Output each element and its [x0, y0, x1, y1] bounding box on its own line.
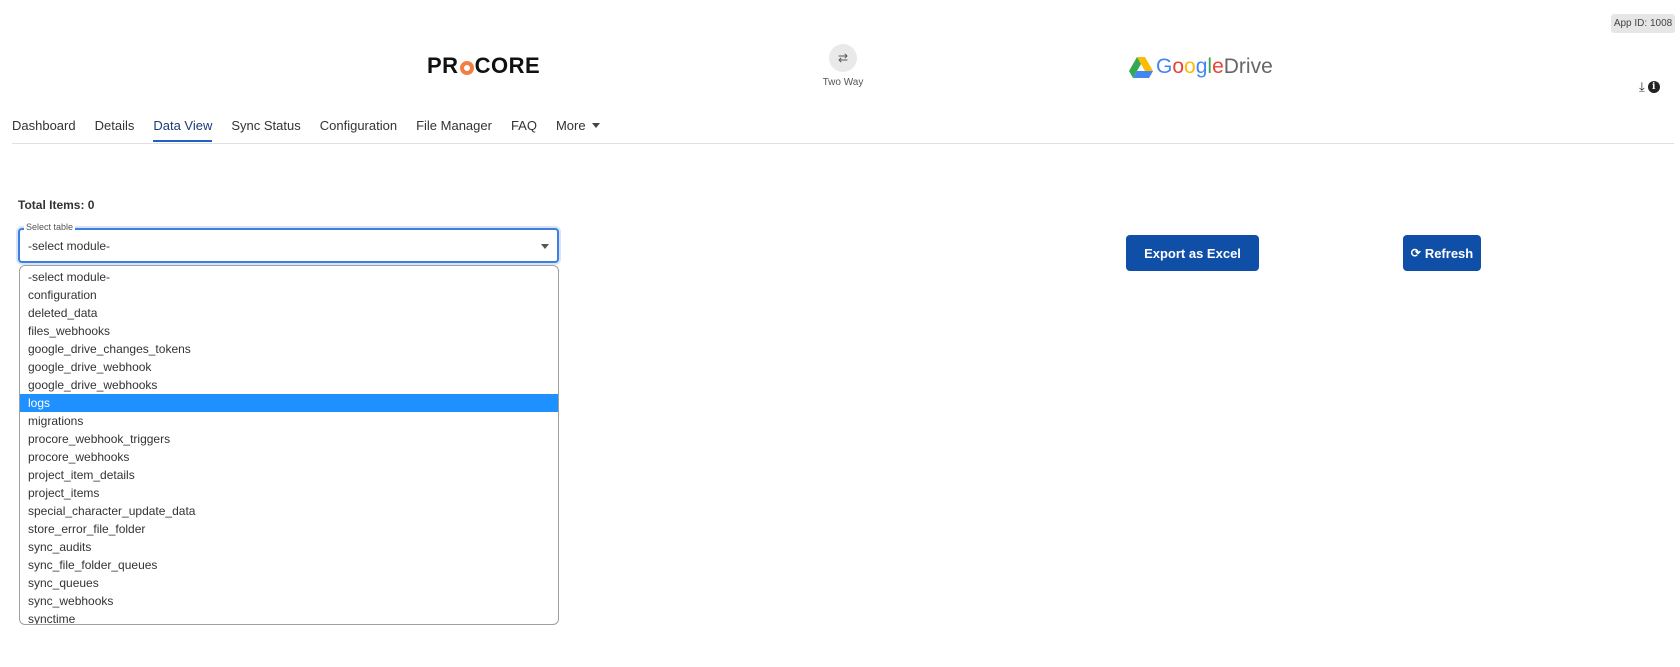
refresh-label: Refresh — [1424, 245, 1474, 261]
dropdown-option[interactable]: deleted_data — [20, 304, 558, 322]
dropdown-option[interactable]: google_drive_webhook — [20, 358, 558, 376]
collapse-down-icon[interactable]: ⤓ — [1639, 80, 1645, 93]
tab-details[interactable]: Details — [95, 112, 135, 142]
dropdown-option[interactable]: sync_webhooks — [20, 592, 558, 610]
dropdown-option-list: -select module-configuration deleted_data… — [20, 266, 558, 624]
dropdown-option[interactable]: logs — [20, 394, 558, 412]
table-select-label: Select table — [24, 222, 76, 232]
chevron-down-icon — [591, 123, 600, 128]
tab-configuration[interactable]: Configuration — [320, 112, 397, 142]
tab-more-label: More — [555, 118, 586, 133]
main-tabs: Dashboard Details Data View Sync Status … — [12, 112, 1674, 144]
tab-more[interactable]: More — [556, 112, 600, 142]
google-drive-wordmark: GoogleDrive — [1156, 55, 1273, 78]
sync-direction-label: Two Way — [822, 77, 864, 88]
procore-logo: PR CORE — [427, 53, 541, 78]
dropdown-option[interactable]: google_drive_webhooks — [20, 376, 558, 394]
app-id-badge: App ID: 1008 — [1611, 14, 1675, 33]
info-icon[interactable]: i — [1647, 80, 1660, 93]
table-select-value: -select module- — [28, 239, 111, 253]
google-drive-logo: GoogleDrive — [1129, 55, 1273, 79]
dropdown-option[interactable]: project_item_details — [20, 466, 558, 484]
dropdown-option[interactable]: store_error_file_folder — [20, 520, 558, 538]
dropdown-option[interactable]: files_webhooks — [20, 322, 558, 340]
dropdown-option[interactable]: -select module- — [20, 268, 558, 286]
dropdown-option[interactable]: sync_audits — [20, 538, 558, 556]
total-items-count: Total Items: 0 — [18, 198, 95, 212]
tab-data-view[interactable]: Data View — [153, 112, 213, 142]
chevron-down-icon — [541, 244, 549, 249]
dropdown-option[interactable]: synctime — [20, 610, 558, 624]
dropdown-option[interactable]: procore_webhooks — [20, 448, 558, 466]
export-excel-button[interactable]: Export as Excel — [1126, 235, 1259, 271]
dropdown-option[interactable]: procore_webhook_triggers — [20, 430, 558, 448]
tab-dashboard[interactable]: Dashboard — [12, 112, 76, 142]
tab-faq[interactable]: FAQ — [511, 112, 537, 142]
refresh-button[interactable]: ⟳ Refresh — [1403, 235, 1481, 271]
dropdown-option[interactable]: configuration — [20, 286, 558, 304]
dropdown-option[interactable]: google_drive_changes_tokens — [20, 340, 558, 358]
dropdown-option[interactable]: migrations — [20, 412, 558, 430]
sync-direction-icon[interactable]: ⇄ — [829, 44, 857, 72]
table-select-dropdown: -select module-configuration deleted_data… — [19, 265, 559, 625]
google-drive-icon — [1129, 56, 1153, 78]
dropdown-option[interactable]: special_character_update_data — [20, 502, 558, 520]
dropdown-option[interactable]: project_items — [20, 484, 558, 502]
table-select[interactable]: Select table -select module- — [18, 222, 559, 263]
dropdown-option[interactable]: sync_queues — [20, 574, 558, 592]
refresh-icon: ⟳ — [1410, 246, 1421, 260]
tab-sync-status[interactable]: Sync Status — [231, 112, 300, 142]
dropdown-option[interactable]: sync_file_folder_queues — [20, 556, 558, 574]
tab-file-manager[interactable]: File Manager — [416, 112, 492, 142]
